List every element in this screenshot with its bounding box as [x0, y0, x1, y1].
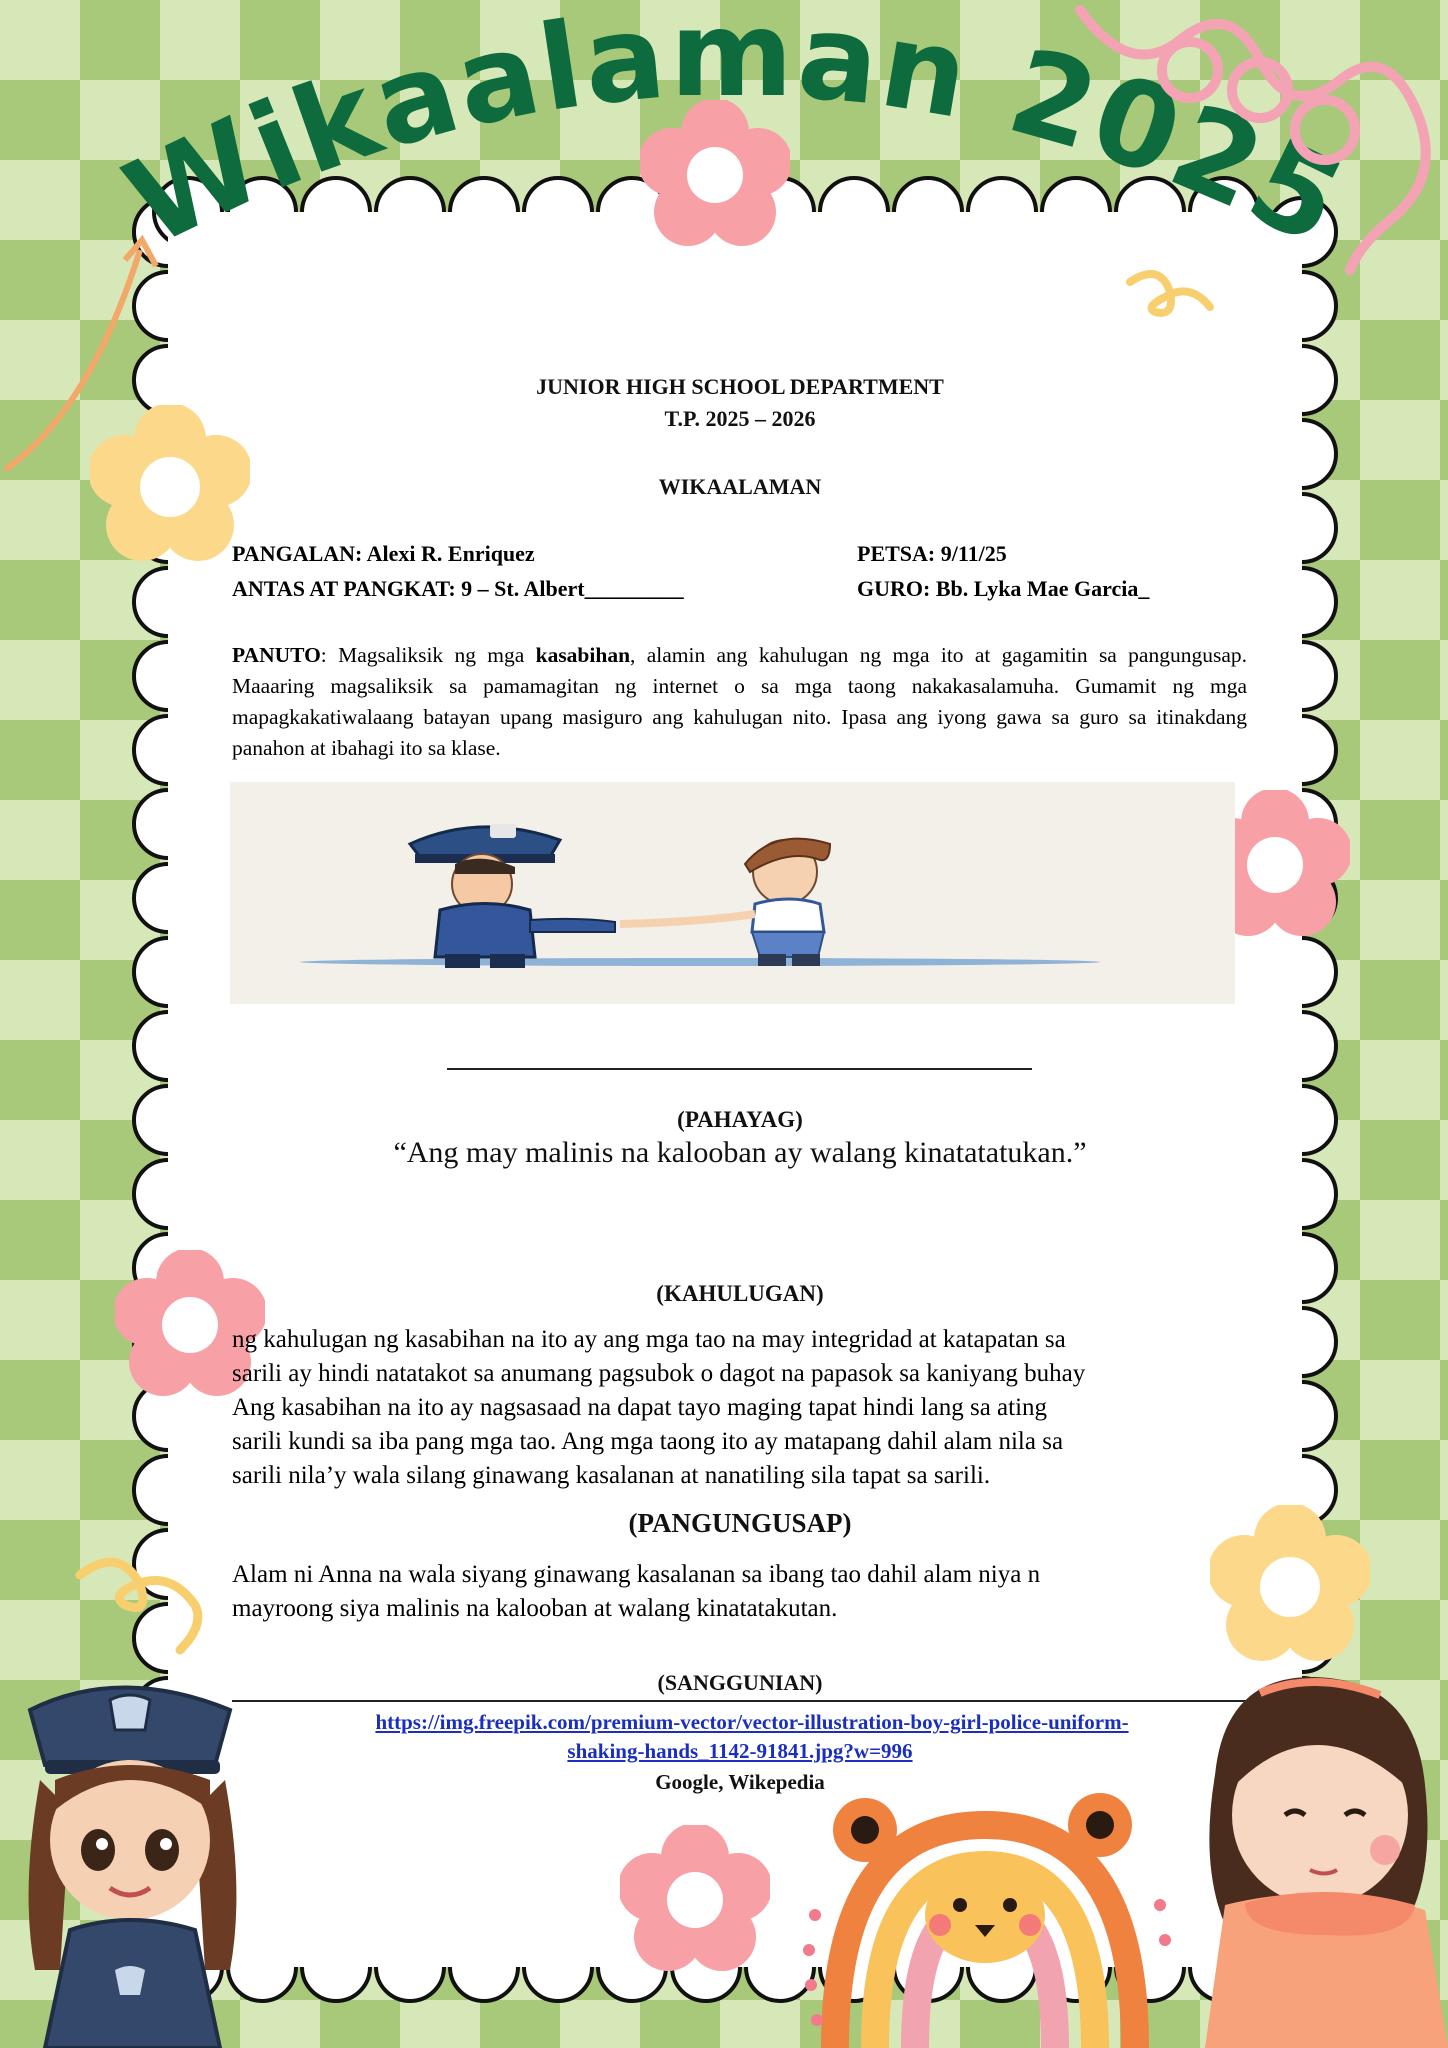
- statement-title: (PAHAYAG): [677, 1107, 803, 1132]
- yellow-curl-icon: [1126, 270, 1214, 317]
- meaning-line: Ang kasabihan na ito ay nagsasaad na dap…: [232, 1394, 1048, 1421]
- references-title: (SANGGUNIAN): [657, 1670, 823, 1695]
- rainbow-bear-sticker: [803, 1793, 1171, 2048]
- statement-text: “Ang may malinis na kalooban ay walang k…: [393, 1136, 1087, 1169]
- reference-link-line1[interactable]: https://img.freepik.com/premium-vector/v…: [232, 1710, 1272, 1735]
- references-divider: [232, 1700, 1282, 1702]
- grade-section-field: ANTAS AT PANGKAT: 9 – St. Albert________…: [232, 576, 684, 601]
- pink-flower-icon: [640, 100, 790, 246]
- meaning-title: (KAHULUGAN): [656, 1281, 824, 1306]
- sentence-line: mayroong siya malinis na kalooban at wal…: [232, 1595, 838, 1622]
- school-year: T.P. 2025 – 2026: [664, 406, 816, 431]
- instructions-label: PANUTO: [232, 643, 321, 667]
- meaning-line: sarili nila’y wala silang ginawang kasal…: [232, 1462, 991, 1489]
- instructions-keyword: kasabihan: [535, 643, 631, 667]
- police-girl-sticker: [27, 1685, 237, 2048]
- sentence-line: Alam ni Anna na wala siyang ginawang kas…: [232, 1561, 1041, 1588]
- name-field: PANGALAN: Alexi R. Enriquez: [232, 541, 535, 566]
- yellow-flower-icon: [90, 405, 250, 561]
- department-heading: JUNIOR HIGH SCHOOL DEPARTMENT: [536, 374, 944, 399]
- reference-link[interactable]: https://img.freepik.com/premium-vector/v…: [375, 1710, 1128, 1734]
- meaning-line: sarili kundi sa iba pang mga tao. Ang mg…: [232, 1428, 1064, 1455]
- yellow-curl-icon: [75, 1557, 203, 1655]
- meaning-line: sarili ay hindi natatakot sa anumang pag…: [232, 1360, 1086, 1387]
- girl-sticker: [1205, 1676, 1448, 2048]
- answer-underline: [447, 1068, 1032, 1070]
- pink-flower-icon: [620, 1825, 770, 1971]
- teacher-field: GURO: Bb. Lyka Mae Garcia_: [857, 576, 1150, 601]
- sentence-title: (PANGUNGUSAP): [628, 1508, 852, 1538]
- pink-swirl-icon: [1075, 5, 1431, 275]
- instructions-text: : Magsaliksik ng mga: [320, 643, 536, 667]
- meaning-line: ng kahulugan ng kasabihan na ito ay ang …: [232, 1326, 1066, 1353]
- reference-link-cont[interactable]: shaking-hands_1142-91841.jpg?w=996: [567, 1739, 912, 1763]
- date-field: PETSA: 9/11/25: [857, 541, 1007, 566]
- instructions: PANUTO: Magsaliksik ng mga kasabihan, al…: [232, 640, 1247, 764]
- handshake-illustration: [230, 782, 1235, 1004]
- subject-heading: WIKAALAMAN: [658, 474, 822, 499]
- reference-link-line2[interactable]: shaking-hands_1142-91841.jpg?w=996: [230, 1739, 1250, 1764]
